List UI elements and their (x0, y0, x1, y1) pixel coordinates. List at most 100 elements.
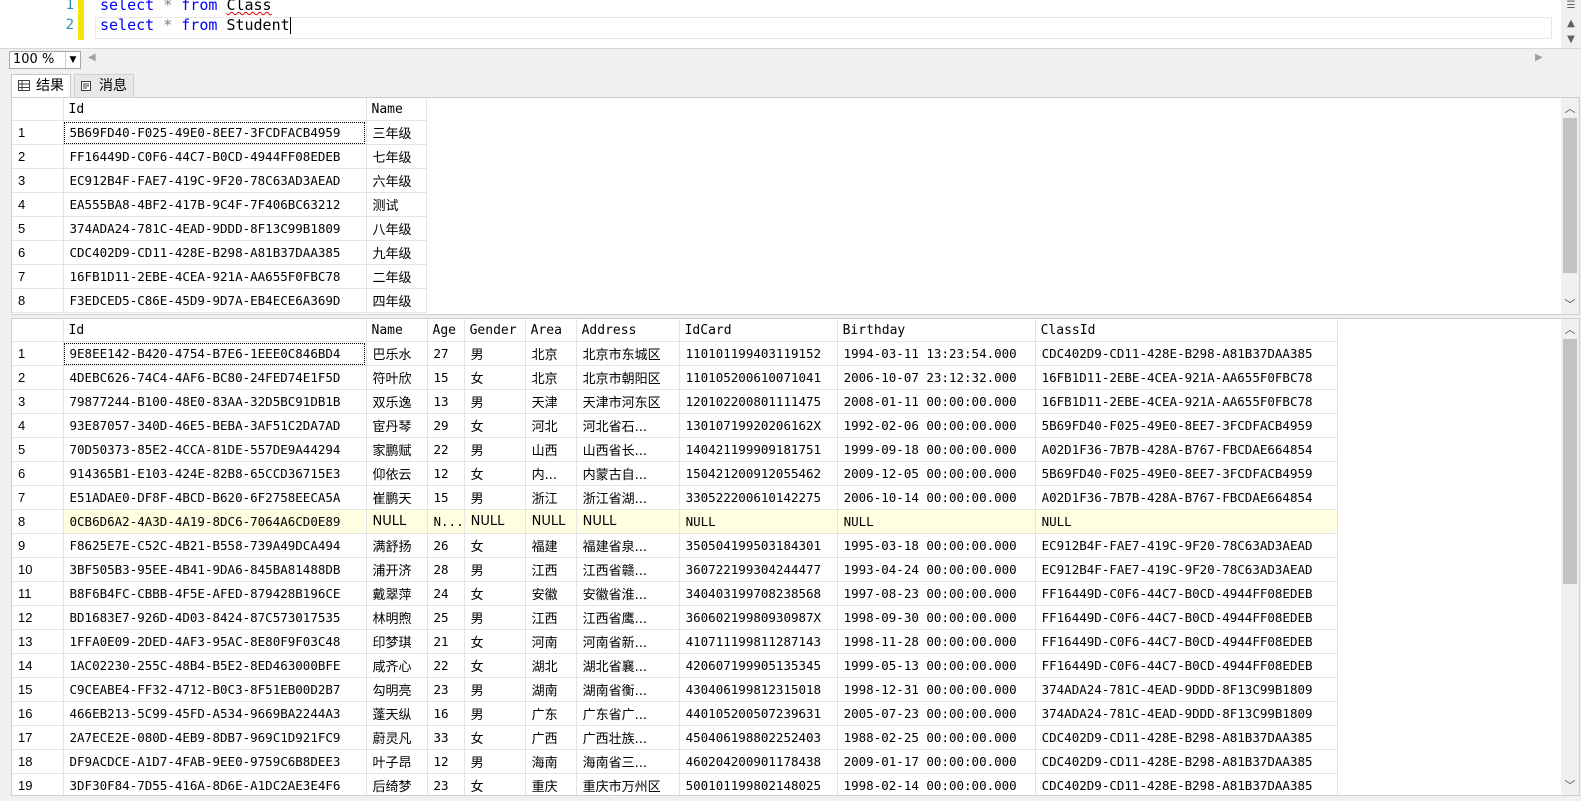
row-number[interactable]: 2 (12, 365, 64, 390)
table-cell[interactable]: 140421199909181751 (679, 437, 838, 462)
table-cell[interactable]: 16FB1D11-2EBE-4CEA-921A-AA655F0FBC78 (63, 264, 367, 289)
table-cell[interactable]: 重庆市万州区 (576, 773, 680, 795)
table-cell[interactable]: 150421200912055462 (679, 461, 838, 486)
table-cell[interactable]: 374ADA24-781C-4EAD-9DDD-8F13C99B1809 (1035, 677, 1338, 702)
table-cell[interactable]: 浙江 (525, 485, 577, 510)
table-cell[interactable]: 叶子昂 (366, 749, 428, 774)
class-grid-scrollbar[interactable]: ︿ ﹀ (1561, 98, 1579, 314)
row-header-corner[interactable] (12, 319, 64, 342)
table-row[interactable]: 2 4DEBC626-74C4-4AF6-BC80-24FED74E1F5D 符叶欣… (12, 365, 1338, 390)
table-cell[interactable]: 男 (464, 557, 526, 582)
column-header-id[interactable]: Id (63, 319, 367, 342)
table-cell[interactable]: 河南省新... (576, 629, 680, 654)
table-cell[interactable]: NULL (525, 509, 577, 534)
row-number[interactable]: 2 (12, 144, 64, 169)
table-row[interactable]: 11 B8F6B4FC-CBBB-4F5E-AFED-879428B196CE 戴翠… (12, 581, 1338, 606)
column-header-name[interactable]: Name (366, 98, 427, 121)
table-cell[interactable]: 340403199708238568 (679, 581, 838, 606)
table-cell[interactable]: 湖北 (525, 653, 577, 678)
table-cell[interactable]: 1301071992020616​2X (679, 413, 838, 438)
row-number[interactable]: 15 (12, 677, 64, 702)
table-row[interactable]: 3 EC912B4F-FAE7-419C-9F20-78C63AD3AEAD 六年级 (12, 168, 427, 193)
row-number[interactable]: 13 (12, 629, 64, 654)
table-cell[interactable]: 450406198802252403 (679, 725, 838, 750)
table-cell[interactable]: 男 (464, 341, 526, 366)
table-cell[interactable]: CDC402D9-CD11-428E-B298-A81B37DAA385 (1035, 749, 1338, 774)
table-cell[interactable]: 内蒙古自... (576, 461, 680, 486)
table-cell[interactable]: 2009-01-17 00:00:00.000 (837, 749, 1036, 774)
table-row[interactable]: 8 0CB6D6A2-4A3D-4A19-8DC6-7064A6CD0E89 NUL… (12, 509, 1338, 534)
row-number[interactable]: 3 (12, 389, 64, 414)
table-cell[interactable]: 河北 (525, 413, 577, 438)
table-cell[interactable]: 天津 (525, 389, 577, 414)
table-cell[interactable]: A02D1F36-7B7B-428A-B767-FBCDAE664854 (1035, 437, 1338, 462)
table-cell[interactable]: 蓬天纵 (366, 701, 428, 726)
table-cell[interactable]: 江西省赣... (576, 557, 680, 582)
table-cell[interactable]: 北京市东城区 (576, 341, 680, 366)
table-row[interactable]: 9 F8625E7E-C52C-4B21-B558-739A49DCA494 满舒扬… (12, 533, 1338, 558)
table-cell[interactable]: NULL (464, 509, 526, 534)
table-cell[interactable]: F8625E7E-C52C-4B21-B558-739A49DCA494 (63, 533, 367, 558)
table-cell[interactable]: 1AC02230-255C-48B4-B5E2-8ED463000BFE (63, 653, 367, 678)
table-cell[interactable]: 360722199304244477 (679, 557, 838, 582)
table-cell[interactable]: 15 (427, 365, 465, 390)
table-cell[interactable]: NULL (679, 509, 838, 534)
table-cell[interactable]: 海南 (525, 749, 577, 774)
row-number[interactable]: 12 (12, 605, 64, 630)
table-cell[interactable]: 1998-12-31 00:00:00.000 (837, 677, 1036, 702)
table-cell[interactable]: 33 (427, 725, 465, 750)
table-cell[interactable]: 1992-02-06 00:00:00.000 (837, 413, 1036, 438)
row-number[interactable]: 1 (12, 120, 64, 145)
table-row[interactable]: 12 BD1683E7-926D-4D03-8424-87C573017535 林明… (12, 605, 1338, 630)
table-cell[interactable]: 5B69FD40-F025-49E0-8EE7-3FCDFACB4959 (1035, 413, 1338, 438)
table-cell[interactable]: CDC402D9-CD11-428E-B298-A81B37DAA385 (63, 240, 367, 265)
table-cell[interactable]: 16 (427, 701, 465, 726)
table-row[interactable]: 6 CDC402D9-CD11-428E-B298-A81B37DAA385 九年级 (12, 240, 427, 265)
table-cell[interactable]: 男 (464, 485, 526, 510)
table-row[interactable]: 4 EA555BA8-4BF2-417B-9C4F-7F406BC63212 测试 (12, 192, 427, 217)
table-row[interactable]: 14 1AC02230-255C-48B4-B5E2-8ED463000BFE 咸齐… (12, 653, 1338, 678)
table-cell[interactable]: 12 (427, 461, 465, 486)
row-number[interactable]: 7 (12, 485, 64, 510)
table-row[interactable]: 17 2A7ECE2E-080D-4EB9-8DB7-969C1D921FC9 蔚灵… (12, 725, 1338, 750)
table-cell[interactable]: 13 (427, 389, 465, 414)
table-cell[interactable]: 2005-07-23 00:00:00.000 (837, 701, 1036, 726)
table-cell[interactable]: EC912B4F-FAE7-419C-9F20-78C63AD3AEAD (1035, 533, 1338, 558)
table-cell[interactable]: 内... (525, 461, 577, 486)
table-cell[interactable]: 山西 (525, 437, 577, 462)
table-cell[interactable]: 93E87057-340D-46E5-BEBA-3AF51C2DA7AD (63, 413, 367, 438)
table-cell[interactable]: CDC402D9-CD11-428E-B298-A81B37DAA385 (1035, 773, 1338, 795)
table-cell[interactable]: 福建 (525, 533, 577, 558)
table-cell[interactable]: 女 (464, 365, 526, 390)
table-cell[interactable]: 2006-10-07 23:12:32.000 (837, 365, 1036, 390)
table-cell[interactable]: 蔚灵凡 (366, 725, 428, 750)
row-number[interactable]: 1 (12, 341, 64, 366)
row-number[interactable]: 11 (12, 581, 64, 606)
table-cell[interactable]: 1997-08-23 00:00:00.000 (837, 581, 1036, 606)
table-cell[interactable]: B8F6B4FC-CBBB-4F5E-AFED-879428B196CE (63, 581, 367, 606)
table-cell[interactable]: 3DF30F84-7D55-416A-8D6E-A1DC2AE3E4F6 (63, 773, 367, 795)
table-cell[interactable]: 374ADA24-781C-4EAD-9DDD-8F13C99B1809 (1035, 701, 1338, 726)
row-number[interactable]: 10 (12, 557, 64, 582)
table-cell[interactable]: 咸齐心 (366, 653, 428, 678)
table-cell[interactable]: 36060219980930987X (679, 605, 838, 630)
table-cell[interactable]: 79877244-B100-48E0-83AA-32D5BC91DB1B (63, 389, 367, 414)
table-cell[interactable]: 430406199812315018 (679, 677, 838, 702)
table-cell[interactable]: 安徽 (525, 581, 577, 606)
table-cell[interactable]: 4DEBC626-74C4-4AF6-BC80-24FED74E1F5D (63, 365, 367, 390)
table-cell[interactable]: 460204200901178438 (679, 749, 838, 774)
table-cell[interactable]: 23 (427, 773, 465, 795)
row-number[interactable]: 4 (12, 192, 64, 217)
table-cell[interactable]: 仰依云 (366, 461, 428, 486)
table-cell[interactable]: 四年级 (366, 288, 427, 313)
table-cell[interactable]: 双乐逸 (366, 389, 428, 414)
row-number[interactable]: 7 (12, 264, 64, 289)
table-cell[interactable]: 914365B1-E103-424E-82B8-65CCD36715E3 (63, 461, 367, 486)
column-header-gender[interactable]: Gender (464, 319, 526, 342)
table-cell[interactable]: 江西 (525, 557, 577, 582)
row-number[interactable]: 17 (12, 725, 64, 750)
column-header-id[interactable]: Id (63, 98, 367, 121)
table-cell[interactable]: 1999-05-13 00:00:00.000 (837, 653, 1036, 678)
table-cell[interactable]: 符叶欣 (366, 365, 428, 390)
table-row[interactable]: 7 16FB1D11-2EBE-4CEA-921A-AA655F0FBC78 二年级 (12, 264, 427, 289)
